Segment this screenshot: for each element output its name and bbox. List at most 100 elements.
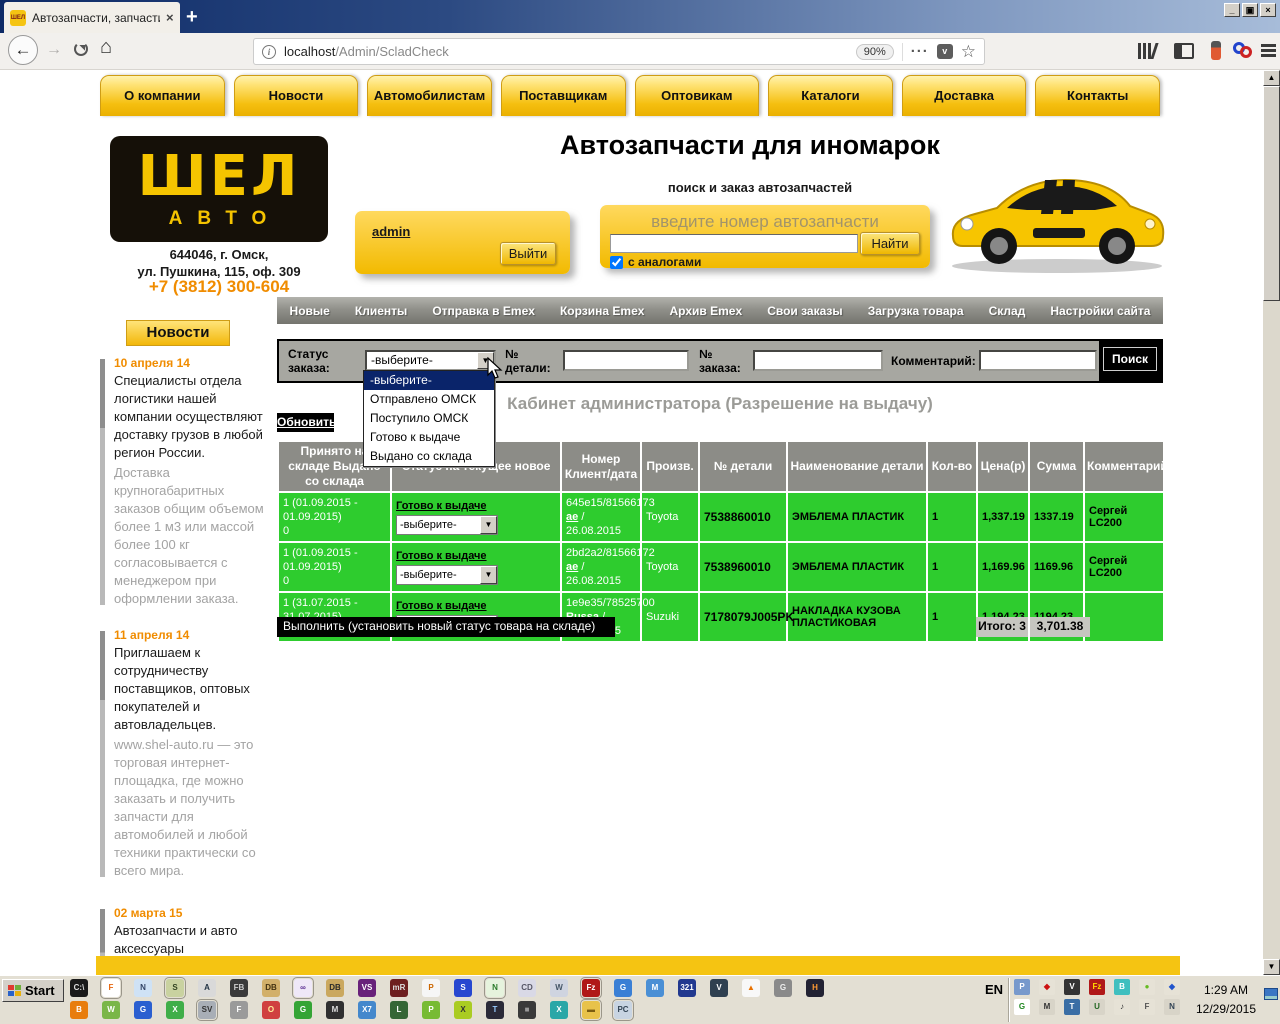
quicklaunch-icon-p[interactable]: P (422, 1001, 440, 1019)
nav-catalogs[interactable]: Каталоги (768, 75, 893, 116)
row-status-link[interactable]: Готово к выдаче (396, 500, 487, 512)
tray-icon-clock[interactable]: T (1064, 999, 1080, 1015)
restore-button[interactable]: ▣ (1242, 3, 1258, 17)
quicklaunch-icon-film-gear[interactable]: G (774, 979, 792, 997)
quicklaunch-icon-window[interactable]: W (550, 979, 568, 997)
quicklaunch-icon-mr[interactable]: mR (390, 979, 408, 997)
nav-delivery[interactable]: Доставка (901, 75, 1027, 116)
row-client-link[interactable]: ае (566, 561, 578, 573)
bookmark-star-icon[interactable]: ☆ (961, 42, 976, 62)
part-search-input[interactable] (610, 234, 858, 253)
quicklaunch-icon-321[interactable]: 321 (678, 979, 696, 997)
quicklaunch-icon-cmd[interactable]: C:\ (70, 979, 88, 997)
find-button[interactable]: Найти (860, 232, 920, 255)
quicklaunch-icon-triangle[interactable]: T (486, 1001, 504, 1019)
close-button[interactable]: × (1260, 3, 1276, 17)
forward-button[interactable]: → (46, 41, 62, 59)
quicklaunch-icon-floppy[interactable]: S (454, 979, 472, 997)
quicklaunch-icon-fb[interactable]: FB (230, 979, 248, 997)
quicklaunch-icon-xmark[interactable]: X (454, 1001, 472, 1019)
quicklaunch-icon-db-search[interactable]: DB (262, 979, 280, 997)
tray-icon-mouse[interactable]: M (1039, 999, 1055, 1015)
zoom-indicator[interactable]: 90% (855, 43, 894, 60)
tray-icon-brush[interactable]: B (1114, 979, 1130, 995)
quicklaunch-icon-notepad[interactable]: N (134, 979, 152, 997)
admin-nav-load-goods[interactable]: Загрузка товара (868, 304, 964, 318)
logout-button[interactable]: Выйти (500, 242, 556, 265)
tray-icon-diamond-blue[interactable]: ◆ (1164, 979, 1180, 995)
news-header[interactable]: Новости (126, 320, 230, 346)
new-tab-button[interactable]: + (186, 6, 198, 29)
dropdown-option[interactable]: Готово к выдаче (364, 428, 494, 447)
dropdown-option[interactable]: Выдано со склада (364, 447, 494, 466)
admin-nav-own-orders[interactable]: Свои заказы (767, 304, 842, 318)
menu-icon[interactable] (1261, 44, 1276, 57)
quicklaunch-icon-server[interactable]: SV (196, 999, 218, 1021)
tab-close-icon[interactable]: × (166, 10, 174, 25)
browser-tab[interactable]: ШЕЛ Автозапчасти, запчасти для ино × (4, 2, 180, 33)
proxy-extension-icon[interactable] (1233, 42, 1255, 60)
home-icon[interactable]: ⌂ (100, 36, 112, 59)
minimize-button[interactable]: _ (1224, 3, 1240, 17)
row-status-select[interactable]: -выберите-▼ (396, 514, 498, 535)
quicklaunch-icon-search[interactable]: S (164, 977, 186, 999)
sidebar-toggle-icon[interactable] (1174, 43, 1194, 59)
quicklaunch-icon-headphones[interactable]: H (806, 979, 824, 997)
tray-icon-usb[interactable]: U (1089, 999, 1105, 1015)
scroll-down-icon[interactable]: ▼ (1263, 959, 1280, 975)
tray-icon-volume[interactable]: ♪ (1114, 999, 1130, 1015)
start-button[interactable]: Start (2, 979, 64, 1002)
analogs-checkbox[interactable] (610, 255, 623, 269)
language-indicator[interactable]: EN (985, 982, 1003, 997)
tray-icon-filezilla[interactable]: Fz (1089, 979, 1105, 995)
admin-nav-archive-emex[interactable]: Архив Emex (670, 304, 743, 318)
refresh-button[interactable]: Обновить (277, 413, 336, 432)
quicklaunch-icon-user[interactable]: A (198, 979, 216, 997)
quicklaunch-icon-cd[interactable]: CD (518, 979, 536, 997)
url-bar[interactable]: i localhost/Admin/ScladCheck 90% ··· v ☆ (253, 38, 985, 65)
site-info-icon[interactable]: i (262, 44, 276, 59)
quicklaunch-icon-media[interactable]: M (646, 979, 664, 997)
scroll-up-icon[interactable]: ▲ (1263, 70, 1280, 86)
quicklaunch-icon-map[interactable]: X (166, 1001, 184, 1019)
tray-icon-chart[interactable]: G (1014, 999, 1030, 1015)
quicklaunch-icon-computer[interactable]: PC (612, 999, 634, 1021)
extension-icon[interactable] (1211, 41, 1221, 60)
nav-contacts[interactable]: Контакты (1035, 75, 1160, 116)
quicklaunch-icon-visual-studio[interactable]: VS (358, 979, 376, 997)
row-status-link[interactable]: Готово к выдаче (396, 600, 487, 612)
quicklaunch-icon-notes[interactable]: N (484, 977, 506, 999)
quicklaunch-icon-mouse[interactable]: M (326, 1001, 344, 1019)
nav-wholesale[interactable]: Оптовикам (634, 75, 760, 116)
nav-suppliers[interactable]: Поставщикам (500, 75, 626, 116)
clock[interactable]: 1:29 AM 12/29/2015 (1190, 981, 1262, 1019)
page-actions-icon[interactable]: ··· (911, 43, 929, 60)
admin-nav-new[interactable]: Новые (290, 304, 330, 318)
quicklaunch-icon-x7[interactable]: X7 (358, 1001, 376, 1019)
row-status-select[interactable]: -выберите-▼ (396, 564, 498, 585)
nav-about[interactable]: О компании (100, 75, 225, 116)
row-client-link[interactable]: ае (566, 511, 578, 523)
filter-search-button[interactable]: Поиск (1103, 347, 1157, 371)
dropdown-option[interactable]: Отправлено ОМСК (364, 390, 494, 409)
tray-icon-diamond-red[interactable]: ◆ (1039, 979, 1055, 995)
vertical-scrollbar[interactable]: ▲ ▼ (1263, 70, 1280, 975)
tray-icon-network[interactable]: N (1164, 999, 1180, 1015)
chevron-down-icon[interactable]: ▼ (480, 515, 497, 534)
dropdown-option[interactable]: -выберите- (364, 371, 494, 390)
dropdown-option[interactable]: Поступило ОМСК (364, 409, 494, 428)
user-name-link[interactable]: admin (372, 224, 410, 239)
reload-icon[interactable] (74, 42, 88, 56)
order-number-input[interactable] (753, 350, 883, 371)
quicklaunch-icon-padlock[interactable]: ■ (518, 1001, 536, 1019)
url-text[interactable]: localhost/Admin/ScladCheck (284, 44, 848, 59)
admin-nav-send-emex[interactable]: Отправка в Emex (432, 304, 535, 318)
comment-input[interactable] (979, 350, 1097, 371)
execute-button[interactable]: Выполнить (установить новый статус товар… (277, 617, 615, 637)
tray-icon-flag[interactable]: F (1139, 999, 1155, 1015)
nav-motorists[interactable]: Автомобилистам (367, 75, 492, 116)
quicklaunch-icon-folder[interactable]: ▬ (580, 999, 602, 1021)
admin-nav-clients[interactable]: Клиенты (355, 304, 407, 318)
quicklaunch-icon-filezilla[interactable]: Fz (580, 977, 602, 999)
pocket-icon[interactable]: v (936, 44, 953, 59)
